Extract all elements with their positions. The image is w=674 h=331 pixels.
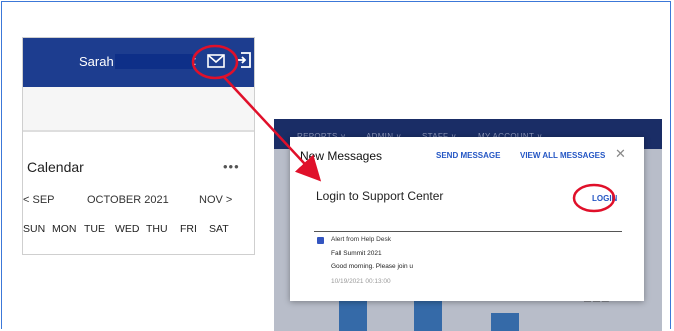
- new-messages-modal: New Messages SEND MESSAGE VIEW ALL MESSA…: [290, 137, 644, 301]
- current-month: OCTOBER 2021: [87, 194, 169, 206]
- separator: :: [193, 53, 197, 68]
- weekday: TUE: [84, 223, 105, 235]
- login-link[interactable]: LOGIN: [592, 194, 617, 203]
- weekday: THU: [146, 223, 168, 235]
- weekday: MON: [52, 223, 77, 235]
- message-subject[interactable]: Fall Summit 2021: [331, 250, 382, 257]
- weekday: SUN: [23, 223, 46, 235]
- message-sender[interactable]: Alert from Help Desk: [331, 236, 391, 243]
- logout-icon[interactable]: [234, 51, 252, 69]
- mail-icon[interactable]: [207, 54, 225, 68]
- redacted-bar: [115, 54, 193, 69]
- message-preview[interactable]: Good morning. Please join u: [331, 263, 413, 270]
- more-menu-icon[interactable]: •••: [223, 159, 240, 174]
- calendar-screenshot: Sarah : Calendar ••• < SEP OCTOBER 2021 …: [22, 37, 255, 255]
- divider: [314, 231, 622, 232]
- checkbox-icon[interactable]: [317, 237, 324, 244]
- weekday: WED: [115, 223, 140, 235]
- background-chart-bar: [491, 313, 519, 331]
- support-center-text: Login to Support Center: [316, 189, 444, 203]
- send-message-link[interactable]: SEND MESSAGE: [436, 151, 500, 160]
- background-chart-bar: [339, 301, 367, 331]
- weekday: SAT: [209, 223, 229, 235]
- modal-title: New Messages: [300, 149, 383, 163]
- user-name[interactable]: Sarah: [79, 54, 114, 69]
- close-icon[interactable]: ✕: [615, 146, 626, 162]
- calendar-title: Calendar: [27, 159, 84, 175]
- prev-month-button[interactable]: < SEP: [23, 194, 55, 206]
- weekday: FRI: [180, 223, 197, 235]
- background-chart-bar: [414, 301, 442, 331]
- message-timestamp: 10/19/2021 00:13:00: [331, 278, 391, 285]
- content-band: [23, 87, 254, 132]
- top-nav-bar: Sarah :: [23, 38, 254, 87]
- next-month-button[interactable]: NOV >: [199, 194, 232, 206]
- view-all-messages-link[interactable]: VIEW ALL MESSAGES: [520, 151, 605, 160]
- messages-screenshot: REPORTS ∨ ADMIN ∨ STAFF ∨ MY ACCOUNT ∨ —…: [274, 119, 662, 331]
